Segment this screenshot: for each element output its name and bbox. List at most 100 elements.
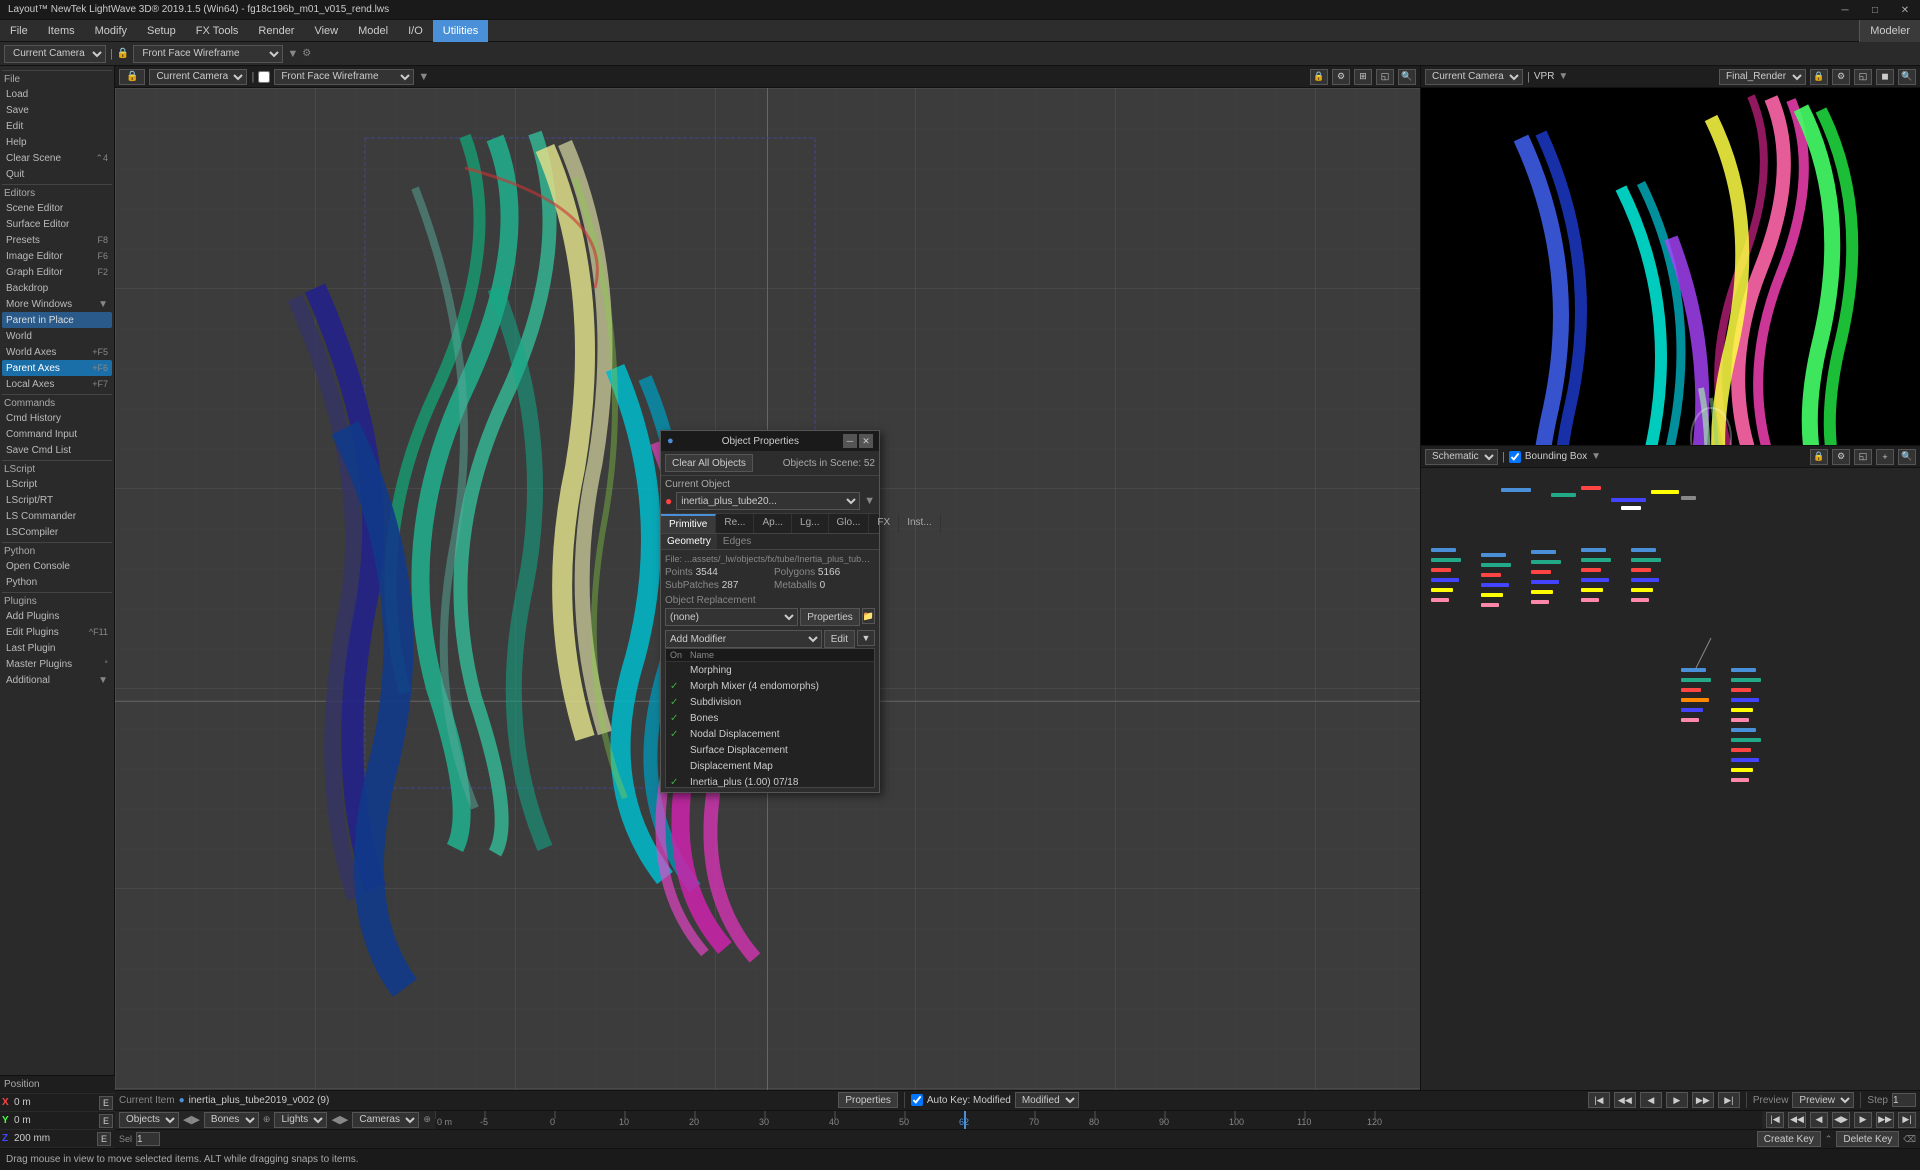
dialog-titlebar[interactable]: ● Object Properties ─ ✕ xyxy=(661,431,879,451)
schematic-icon-2[interactable]: ⚙ xyxy=(1832,449,1850,465)
replacement-select[interactable]: (none) xyxy=(665,608,798,626)
sidebar-item-clear-scene[interactable]: Clear Scene ⌃4 xyxy=(2,150,112,166)
sidebar-item-more-windows[interactable]: More Windows ▼ xyxy=(2,296,112,312)
preview-select[interactable]: Preview xyxy=(1792,1092,1854,1108)
sidebar-item-parent-in-place[interactable]: Parent in Place xyxy=(2,312,112,328)
menu-fx-tools[interactable]: FX Tools xyxy=(186,20,249,42)
replacement-icon-btn[interactable]: 📁 xyxy=(862,608,875,624)
sidebar-item-ls-commander[interactable]: LS Commander xyxy=(2,508,112,524)
transport-play[interactable]: ▶ xyxy=(1666,1092,1688,1108)
sidebar-item-graph-editor[interactable]: Graph Editor F2 xyxy=(2,264,112,280)
tl-next-step[interactable]: ▶▶ xyxy=(1876,1112,1894,1128)
minimize-button[interactable]: ─ xyxy=(1830,0,1860,20)
tl-prev[interactable]: ◀◀ xyxy=(1788,1112,1806,1128)
modifier-row-subdivision[interactable]: ✓ Subdivision xyxy=(666,694,874,710)
tab-fx[interactable]: FX xyxy=(869,514,899,533)
y-axis-e-btn[interactable]: E xyxy=(99,1114,113,1128)
x-axis-e-btn[interactable]: E xyxy=(99,1096,113,1110)
schematic-icon-5[interactable]: 🔍 xyxy=(1898,449,1916,465)
menu-items[interactable]: Items xyxy=(38,20,85,42)
tl-goto-end[interactable]: ▶| xyxy=(1898,1112,1916,1128)
sel-value[interactable]: 1 xyxy=(136,1132,160,1146)
vp-lock-btn[interactable]: 🔒 xyxy=(119,69,145,85)
tl-play[interactable]: ▶ xyxy=(1854,1112,1872,1128)
render-icon-2[interactable]: ⚙ xyxy=(1832,69,1850,85)
auto-key-checkbox[interactable] xyxy=(911,1094,923,1106)
sidebar-item-lscript[interactable]: LScript xyxy=(2,476,112,492)
render-mode-select[interactable]: Final_Render xyxy=(1719,69,1806,85)
create-key-btn[interactable]: Create Key xyxy=(1757,1131,1821,1147)
modifier-row-inertia[interactable]: ✓ Inertia_plus (1.00) 07/18 xyxy=(666,774,874,788)
sidebar-item-backdrop[interactable]: Backdrop xyxy=(2,280,112,296)
sidebar-item-additional[interactable]: Additional ▼ xyxy=(2,672,112,688)
tl-goto-start[interactable]: |◀ xyxy=(1766,1112,1784,1128)
menu-file[interactable]: File xyxy=(0,20,38,42)
sidebar-item-presets[interactable]: Presets F8 xyxy=(2,232,112,248)
modifier-list[interactable]: On Name Morphing ✓ Morph Mixer (4 endomo… xyxy=(665,648,875,788)
transport-prev[interactable]: ◀◀ xyxy=(1614,1092,1636,1108)
sidebar-item-python[interactable]: Python xyxy=(2,574,112,590)
auto-key-select[interactable]: Modified xyxy=(1015,1092,1079,1108)
tab-inst[interactable]: Inst... xyxy=(899,514,940,533)
render-camera-select[interactable]: Current Camera xyxy=(1425,69,1523,85)
menu-view[interactable]: View xyxy=(304,20,348,42)
camera-select[interactable]: Current Camera xyxy=(4,45,106,63)
maximize-button[interactable]: □ xyxy=(1860,0,1890,20)
schematic-icon-1[interactable]: 🔒 xyxy=(1810,449,1828,465)
render-icon-5[interactable]: 🔍 xyxy=(1898,69,1916,85)
menu-setup[interactable]: Setup xyxy=(137,20,186,42)
sidebar-item-surface-editor[interactable]: Surface Editor xyxy=(2,216,112,232)
sidebar-item-command-input[interactable]: Command Input xyxy=(2,426,112,442)
sidebar-item-world[interactable]: World xyxy=(2,328,112,344)
tab-re[interactable]: Re... xyxy=(716,514,754,533)
timeline-ruler-container[interactable]: 0 m -5 0 10 20 30 40 50 62 70 xyxy=(435,1111,1762,1129)
bones-select[interactable]: Bones xyxy=(204,1112,259,1128)
sidebar-item-cmd-history[interactable]: Cmd History xyxy=(2,410,112,426)
sidebar-item-scene-editor[interactable]: Scene Editor xyxy=(2,200,112,216)
modifier-row-nodal-displacement[interactable]: ✓ Nodal Displacement xyxy=(666,726,874,742)
modeler-button[interactable]: Modeler xyxy=(1859,20,1920,42)
close-button[interactable]: ✕ xyxy=(1890,0,1920,20)
schematic-view-select[interactable]: Schematic xyxy=(1425,449,1498,465)
transport-step-back[interactable]: ◀ xyxy=(1640,1092,1662,1108)
sidebar-item-edit[interactable]: Edit xyxy=(2,118,112,134)
transport-play-forward[interactable]: ▶▶ xyxy=(1692,1092,1714,1108)
menu-model[interactable]: Model xyxy=(348,20,398,42)
subtab-edges[interactable]: Edges xyxy=(717,534,757,549)
sidebar-item-master-plugins[interactable]: Master Plugins ° xyxy=(2,656,112,672)
step-input[interactable]: 1 xyxy=(1892,1093,1916,1107)
subtab-geometry[interactable]: Geometry xyxy=(661,534,717,549)
schematic-icon-4[interactable]: + xyxy=(1876,449,1894,465)
lights-select[interactable]: Lights xyxy=(274,1112,327,1128)
sidebar-item-load[interactable]: Load xyxy=(2,86,112,102)
properties-bottom-btn[interactable]: Properties xyxy=(838,1092,898,1108)
dialog-close-btn[interactable]: ✕ xyxy=(859,434,873,448)
vp-icon-btn-5[interactable]: 🔍 xyxy=(1398,69,1416,85)
properties-btn[interactable]: Properties xyxy=(800,608,860,626)
add-modifier-select[interactable]: Add Modifier xyxy=(665,630,822,648)
transport-end[interactable]: ▶| xyxy=(1718,1092,1740,1108)
sidebar-item-image-editor[interactable]: Image Editor F6 xyxy=(2,248,112,264)
clear-all-objects-btn[interactable]: Clear All Objects xyxy=(665,454,753,472)
modifier-row-bones[interactable]: ✓ Bones xyxy=(666,710,874,726)
toolbar-icon-1[interactable]: ⚙ xyxy=(302,48,311,59)
sidebar-item-parent-axes[interactable]: Parent Axes +F6 xyxy=(2,360,112,376)
render-icon-4[interactable]: ◼ xyxy=(1876,69,1894,85)
sidebar-item-ls-compiler[interactable]: LSCompiler xyxy=(2,524,112,540)
z-axis-e-btn[interactable]: E xyxy=(97,1132,111,1146)
sidebar-item-local-axes[interactable]: Local Axes +F7 xyxy=(2,376,112,392)
render-icon-1[interactable]: 🔒 xyxy=(1810,69,1828,85)
menu-render[interactable]: Render xyxy=(248,20,304,42)
delete-key-btn[interactable]: Delete Key xyxy=(1836,1131,1899,1147)
sidebar-item-quit[interactable]: Quit xyxy=(2,166,112,182)
vp-mode-select[interactable]: Front Face Wireframe xyxy=(274,69,414,85)
sidebar-item-save[interactable]: Save xyxy=(2,102,112,118)
tab-glo[interactable]: Glo... xyxy=(829,514,870,533)
tab-ap[interactable]: Ap... xyxy=(754,514,792,533)
view-mode-select[interactable]: Front Face Wireframe xyxy=(133,45,283,63)
sidebar-item-edit-plugins[interactable]: Edit Plugins ^F11 xyxy=(2,624,112,640)
sidebar-item-save-cmd-list[interactable]: Save Cmd List xyxy=(2,442,112,458)
edit-modifier-btn[interactable]: Edit xyxy=(824,630,855,648)
modifier-icon-btn[interactable]: ▼ xyxy=(857,630,875,646)
transport-start[interactable]: |◀ xyxy=(1588,1092,1610,1108)
